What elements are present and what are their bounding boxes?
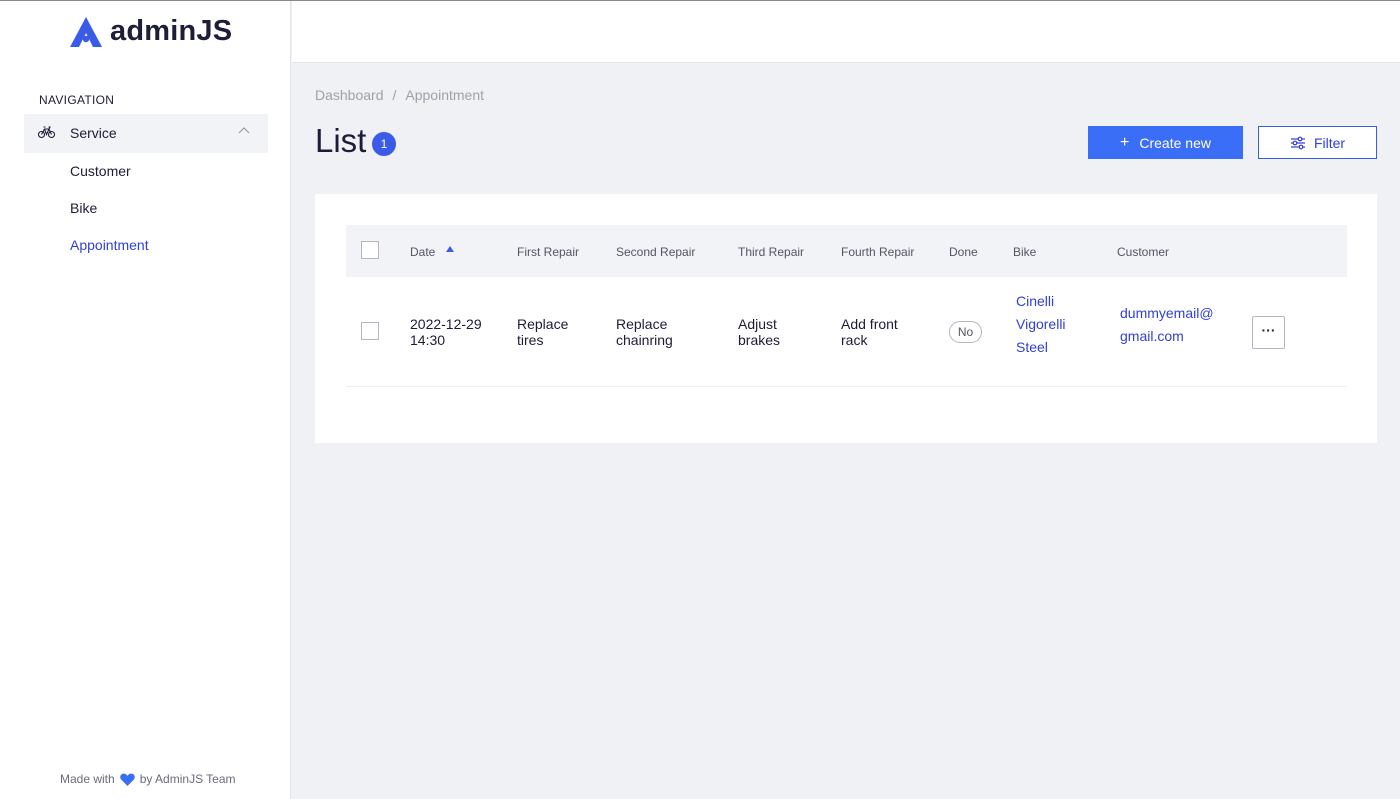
breadcrumb-dashboard[interactable]: Dashboard [315,87,384,103]
cell-bike-link[interactable]: Cinelli Vigorelli Steel [1016,290,1066,359]
column-header-bike[interactable]: Bike [1013,245,1036,259]
cell-text-line: rack [841,332,868,348]
create-new-label: Create new [1139,134,1211,151]
column-header-second-repair[interactable]: Second Repair [616,245,695,259]
cell-text-line: Replace [517,316,569,332]
cell-text-line: Add front [841,316,898,332]
breadcrumb-appointment[interactable]: Appointment [405,87,484,103]
cell-first-repair: Replace tires [517,316,568,348]
create-new-button[interactable]: + Create new [1088,126,1243,159]
chevron-up-icon[interactable] [238,126,250,134]
plus-icon: + [1120,133,1130,151]
column-header-customer[interactable]: Customer [1117,245,1169,259]
page-title: List [315,122,367,159]
cell-link-line: Steel [1016,339,1048,355]
cell-date-day: 2022-12-29 [410,316,482,332]
column-header-first-repair[interactable]: First Repair [517,245,579,259]
done-status-badge: No [949,321,982,343]
row-actions-button[interactable]: ··· [1252,316,1285,349]
record-count-badge: 1 [372,132,396,156]
column-header-date[interactable]: Date [410,245,435,259]
top-bar [292,1,1400,63]
cell-link-line: gmail.com [1120,328,1184,344]
column-header-fourth-repair[interactable]: Fourth Repair [841,245,914,259]
cell-text-line: Adjust [738,316,777,332]
app-window: adminJS NAVIGATION Service Customer Bike… [0,0,1400,799]
cell-customer-link[interactable]: dummyemail@ gmail.com [1120,302,1214,348]
logo-text: adminJS [110,15,233,47]
footer-suffix: by AdminJS Team [139,772,236,786]
cell-date-time: 14:30 [410,332,446,348]
navigation-title: NAVIGATION [39,93,115,107]
cell-date: 2022-12-29 14:30 [410,316,482,348]
cell-third-repair: Adjust brakes [738,316,780,348]
sidebar-item-customer[interactable]: Customer [70,163,131,179]
select-all-checkbox[interactable] [361,241,379,259]
heart-icon [119,773,135,786]
filter-label: Filter [1313,134,1346,151]
sidebar-group-label: Service [70,125,117,141]
table-row[interactable]: 2022-12-29 14:30 Replace tires Replace c… [346,277,1347,387]
records-table-card: Date First Repair Second Repair Third Re… [315,194,1377,443]
adminjs-logo-icon [70,16,102,47]
cell-fourth-repair: Add front rack [841,316,898,348]
sidebar: adminJS NAVIGATION Service Customer Bike… [0,1,291,799]
cell-text-line: tires [517,332,544,348]
sidebar-item-appointment[interactable]: Appointment [70,237,149,253]
table-header: Date First Repair Second Repair Third Re… [346,225,1347,277]
column-header-done[interactable]: Done [949,245,978,259]
logo[interactable]: adminJS [70,15,232,48]
breadcrumb-separator: / [392,87,397,103]
footer-prefix: Made with [60,772,115,786]
sidebar-footer: Made with by AdminJS Team [60,772,236,786]
cell-link-line: dummyemail@ [1120,305,1214,321]
cell-text-line: brakes [738,332,781,348]
cell-link-line: Cinelli [1016,293,1055,309]
cell-text-line: Replace [616,316,668,332]
sliders-icon [1290,136,1305,149]
cell-link-line: Vigorelli [1016,316,1066,332]
sort-ascending-icon[interactable] [446,246,454,252]
filter-button[interactable]: Filter [1258,126,1377,159]
cell-text-line: chainring [616,332,673,348]
sidebar-item-bike[interactable]: Bike [70,200,97,216]
bike-icon [38,126,55,139]
cell-second-repair: Replace chainring [616,316,673,348]
sidebar-group-service[interactable]: Service [24,114,268,153]
row-select-checkbox[interactable] [361,322,379,340]
column-header-third-repair[interactable]: Third Repair [738,245,804,259]
breadcrumb: Dashboard / Appointment [315,87,484,103]
